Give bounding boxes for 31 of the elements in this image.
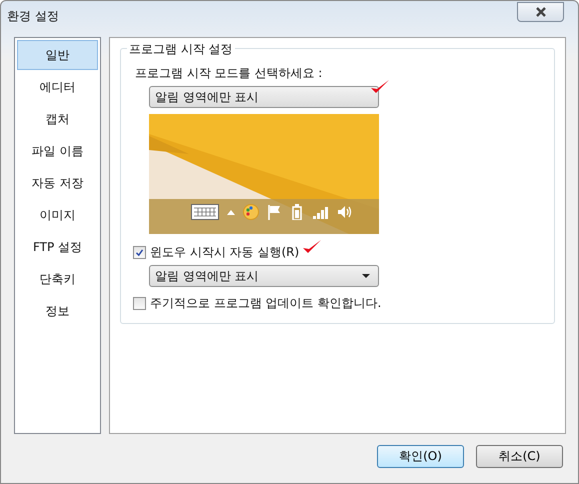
sidebar-item[interactable]: 파일 이름 — [17, 136, 98, 166]
keyboard-icon — [191, 204, 219, 220]
sidebar-item[interactable]: 일반 — [17, 40, 98, 70]
sidebar-item[interactable]: 자동 저장 — [17, 168, 98, 198]
checkbox[interactable] — [133, 246, 146, 259]
tick-icon — [135, 248, 144, 257]
dropdown[interactable]: 알림 영역에만 표시 — [149, 86, 379, 108]
battery-icon — [289, 204, 305, 220]
signal-icon — [313, 205, 329, 219]
checkbox[interactable] — [133, 297, 146, 310]
ok-button[interactable]: 확인(O) — [377, 445, 464, 468]
flag-icon — [267, 204, 281, 220]
sidebar-item[interactable]: FTP 설정 — [17, 232, 98, 262]
cancel-button[interactable]: 취소(C) — [476, 445, 563, 468]
speaker-icon — [337, 204, 353, 220]
up-arrow-icon — [227, 210, 235, 214]
palette-icon — [243, 204, 259, 220]
close-icon — [534, 5, 548, 19]
sidebar-item[interactable]: 정보 — [17, 296, 98, 326]
checkbox-label[interactable]: 윈도우 시작시 자동 실행(R) — [150, 244, 300, 261]
sidebar-item[interactable]: 이미지 — [17, 200, 98, 230]
window-title: 환경 설정 — [7, 8, 59, 24]
sidebar-item[interactable]: 단축키 — [17, 264, 98, 294]
dropdown-arrow-icon — [362, 274, 370, 278]
close-button[interactable] — [517, 2, 564, 22]
sidebar-item[interactable]: 캡처 — [17, 104, 98, 134]
checkbox-label[interactable]: 주기적으로 프로그램 업데이트 확인합니다. — [150, 295, 382, 312]
group-title: 프로그램 시작 설정 — [127, 41, 235, 58]
sidebar-item[interactable]: 에디터 — [17, 72, 98, 102]
dropdown[interactable]: 알림 영역에만 표시 — [149, 265, 379, 287]
prompt-label: 프로그램 시작 모드를 선택하세요 : — [135, 65, 324, 82]
